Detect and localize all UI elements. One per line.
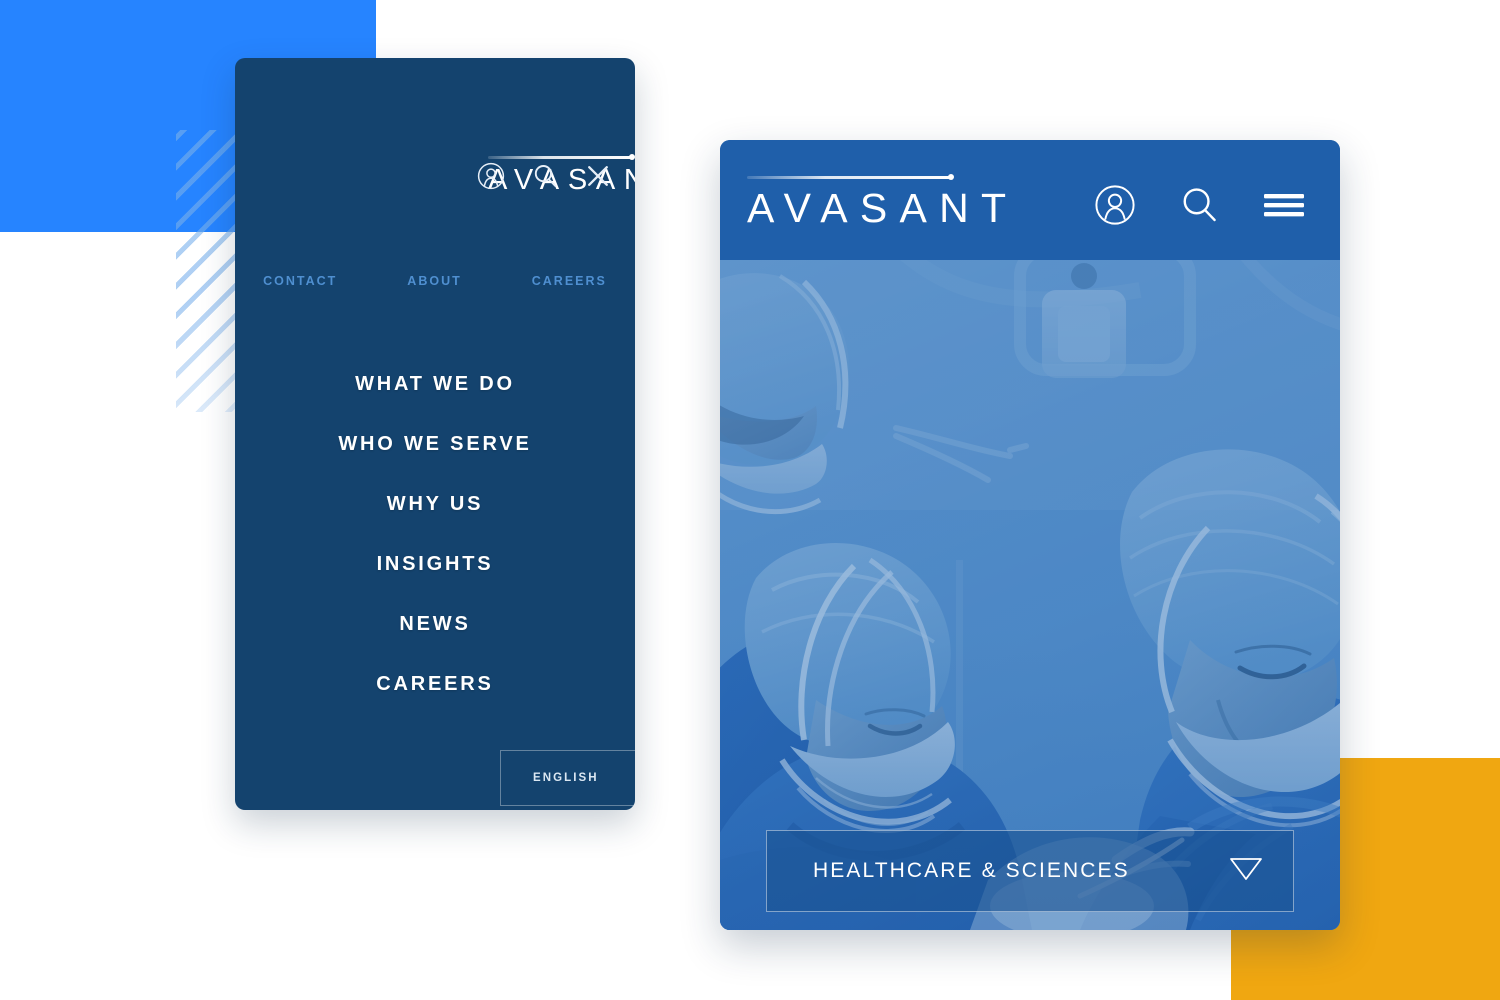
language-select[interactable]: ENGLISH <box>500 750 635 806</box>
quick-link-careers[interactable]: CAREERS <box>532 274 607 288</box>
industry-select[interactable]: HEALTHCARE & SCIENCES <box>766 830 1294 912</box>
industry-select-value: HEALTHCARE & SCIENCES <box>813 859 1130 882</box>
logo-dot-icon <box>629 154 635 160</box>
quick-link-about[interactable]: ABOUT <box>407 274 461 288</box>
user-account-icon[interactable] <box>1094 184 1136 226</box>
nav-item-news[interactable]: NEWS <box>399 594 470 654</box>
main-navigation: WHAT WE DO WHO WE SERVE WHY US INSIGHTS … <box>235 354 635 714</box>
nav-item-insights[interactable]: INSIGHTS <box>377 534 494 594</box>
logo-wordmark: AVASANT <box>747 185 1019 231</box>
quick-link-contact[interactable]: CONTACT <box>263 274 337 288</box>
avasant-logo[interactable]: AVASANT <box>747 174 1019 231</box>
logo-rule <box>747 174 954 180</box>
nav-item-who-we-serve[interactable]: WHO WE SERVE <box>338 414 531 474</box>
triangle-down-icon <box>1229 856 1263 887</box>
logo-rule <box>488 154 635 160</box>
nav-item-careers[interactable]: CAREERS <box>376 654 493 714</box>
page-canvas: AVASANT <box>0 0 1500 1000</box>
search-icon[interactable] <box>1178 184 1220 226</box>
logo-dot-icon <box>948 174 954 180</box>
language-select-value: ENGLISH <box>533 772 599 784</box>
quick-links-row: CONTACT ABOUT CAREERS <box>235 274 635 288</box>
nav-item-what-we-do[interactable]: WHAT WE DO <box>355 354 515 414</box>
nav-item-why-us[interactable]: WHY US <box>387 474 483 534</box>
mobile-hero-panel: AVASANT HEALTHCARE & SCIENCES <box>720 140 1340 930</box>
menu-panel-header: AVASANT <box>235 58 635 195</box>
mobile-menu-panel: AVASANT <box>235 58 635 810</box>
hero-panel-header: AVASANT <box>720 140 1340 260</box>
search-icon[interactable] <box>531 162 559 190</box>
user-account-icon[interactable] <box>477 162 505 190</box>
hamburger-menu-icon[interactable] <box>1262 189 1306 221</box>
menu-header-icons <box>477 162 611 190</box>
hero-header-icons <box>1094 184 1306 226</box>
close-icon[interactable] <box>585 163 611 189</box>
